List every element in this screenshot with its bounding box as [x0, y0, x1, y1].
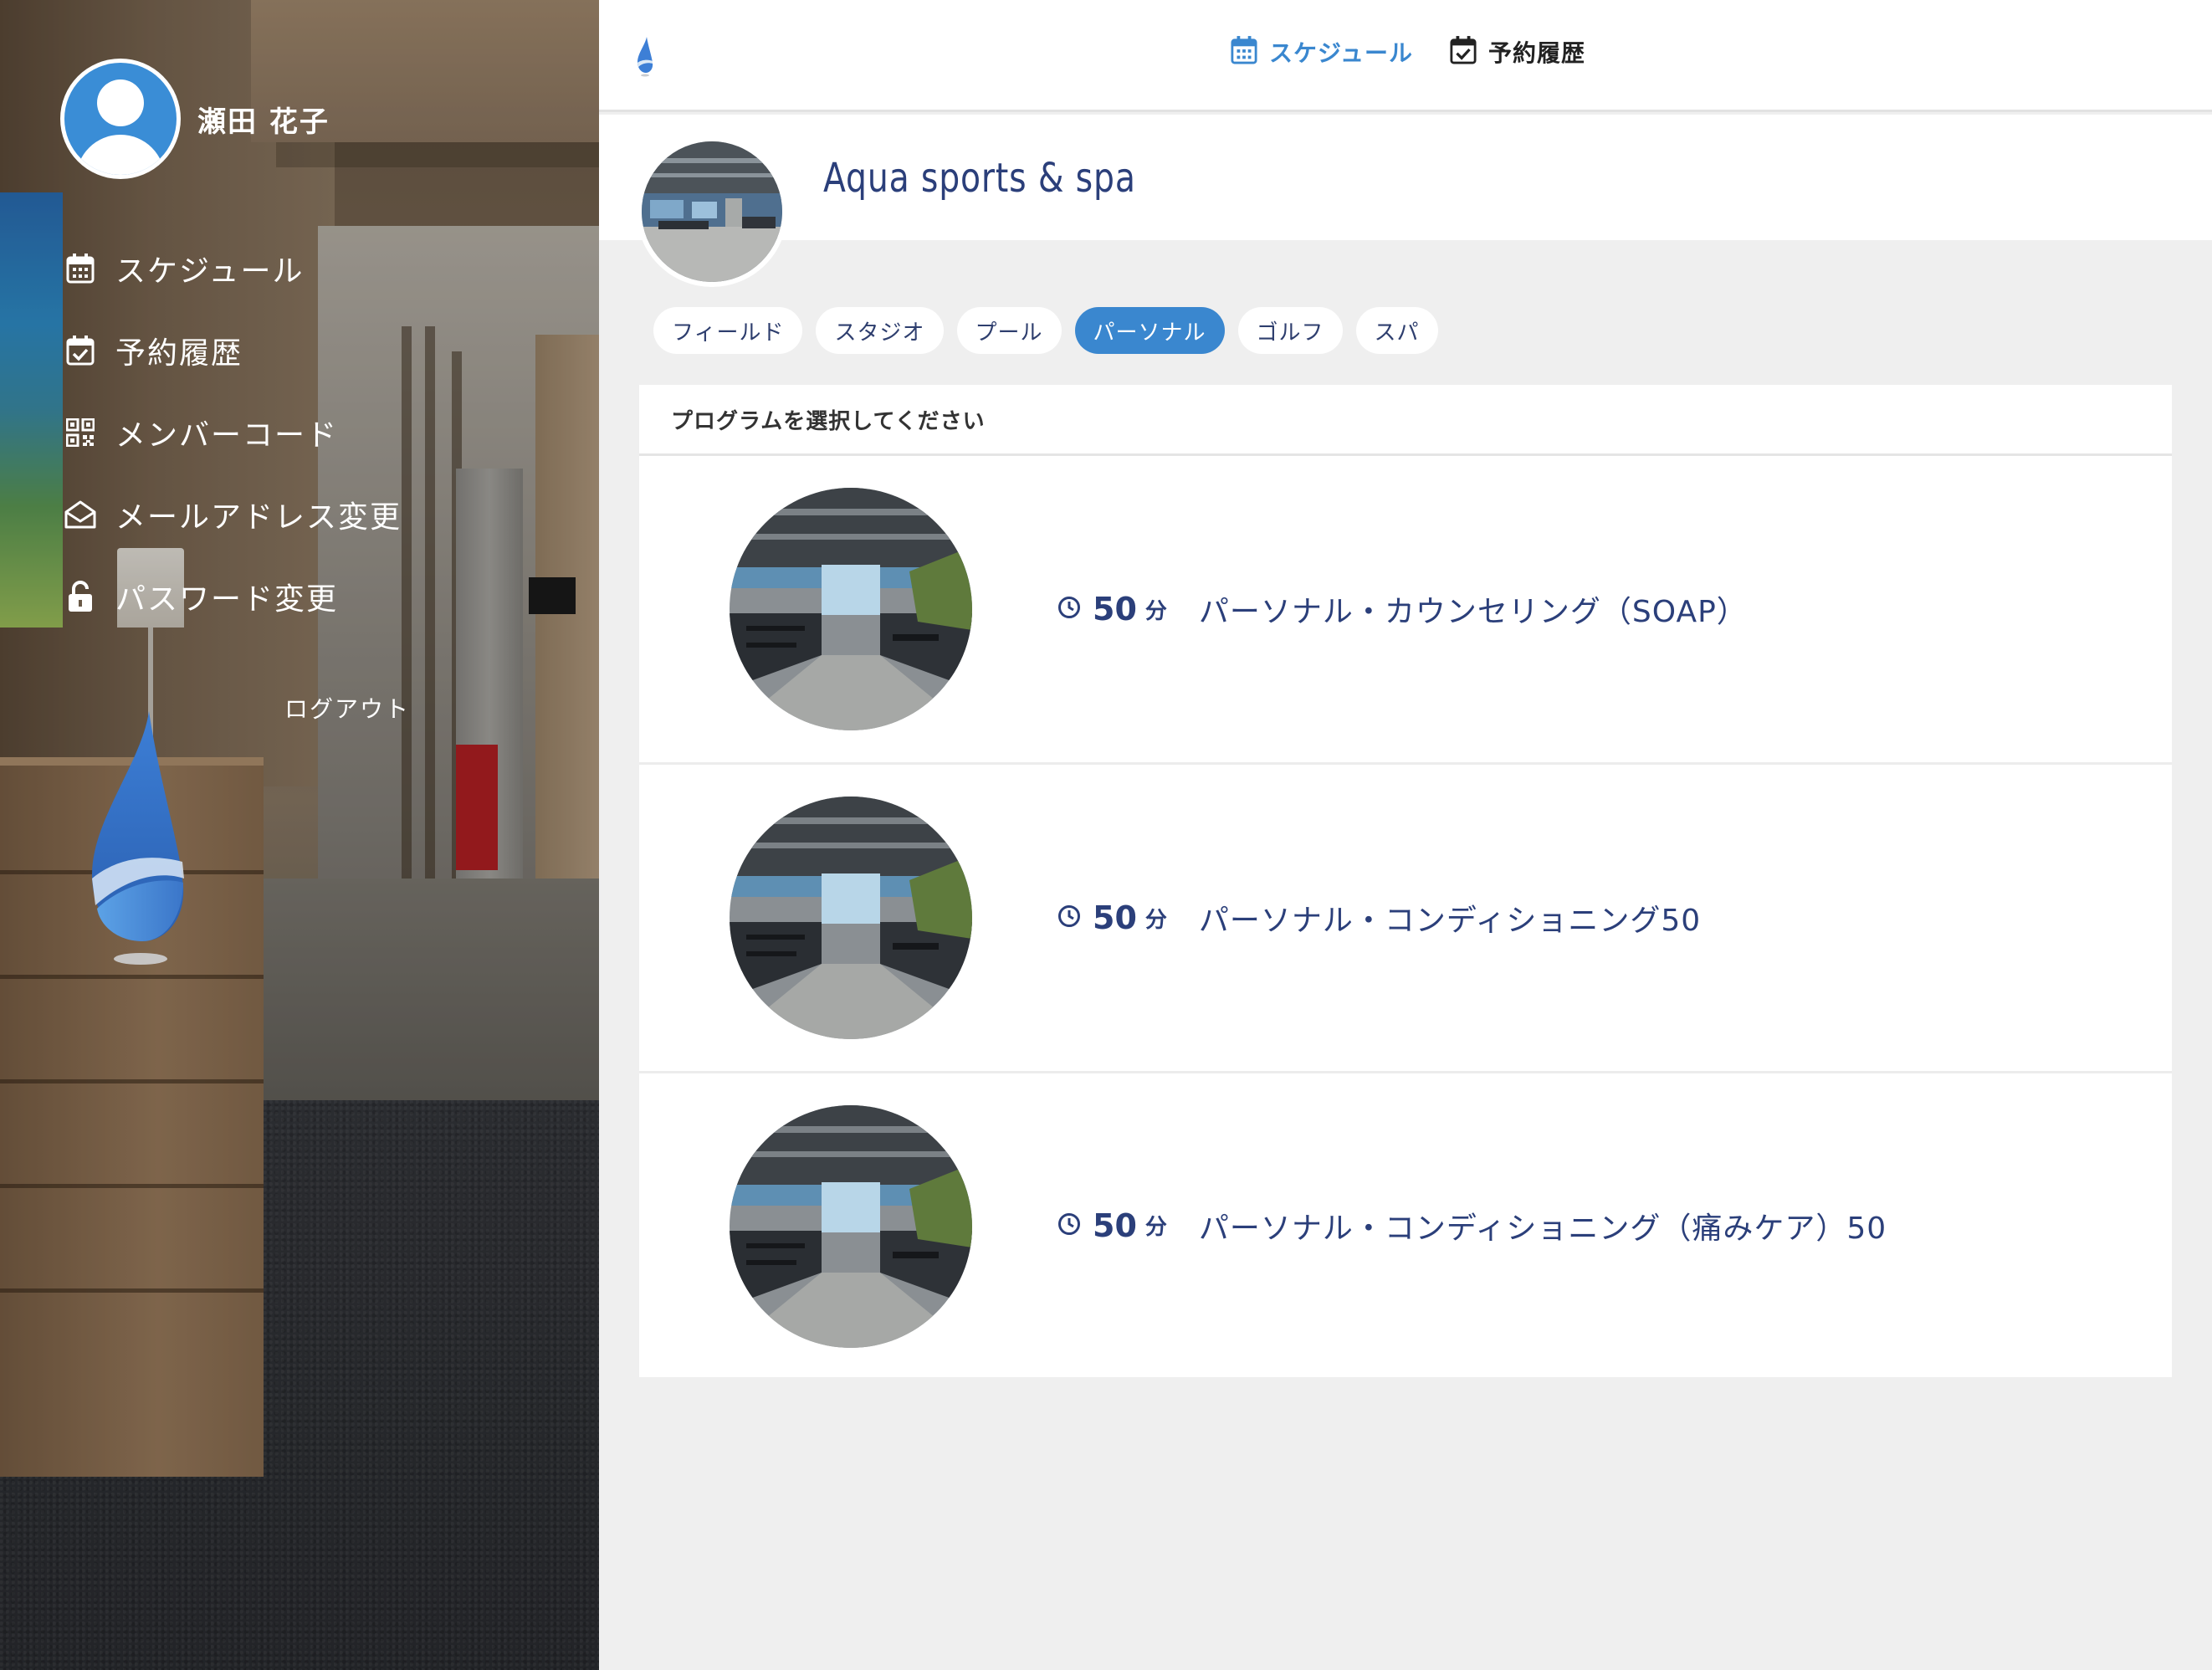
program-name: パーソナル・カウンセリング（SOAP） — [1198, 595, 1748, 629]
sidebar-item-label: スケジュール — [115, 254, 305, 289]
program-photo — [730, 488, 972, 730]
sidebar-item-reservation-history[interactable]: 予約履歴 — [64, 310, 402, 392]
program-duration-unit: 分 — [1144, 907, 1167, 933]
top-nav: スケジュール 予約履歴 — [1231, 35, 1622, 69]
logout-link[interactable]: ログアウト — [284, 691, 410, 725]
sidebar: 瀬田 花子 スケジュール 予約履歴 メンバーコード メールアドレス変更 パスワー… — [0, 0, 599, 1670]
tab-label: 予約履歴 — [1488, 39, 1586, 67]
program-photo — [730, 797, 972, 1039]
clock-icon — [1057, 904, 1081, 931]
program-duration: 50 — [1093, 1206, 1137, 1244]
program-duration: 50 — [1093, 591, 1137, 628]
unlock-icon — [64, 580, 97, 613]
sidebar-menu: スケジュール 予約履歴 メンバーコード メールアドレス変更 パスワード変更 — [64, 228, 402, 638]
program-duration: 50 — [1093, 899, 1137, 936]
sidebar-item-label: 予約履歴 — [115, 336, 243, 371]
water-drop-logo-small[interactable] — [636, 37, 654, 80]
calendar-check-icon — [64, 334, 97, 367]
sidebar-item-member-code[interactable]: メンバーコード — [64, 392, 402, 474]
program-duration-unit: 分 — [1144, 1215, 1167, 1240]
program-item[interactable]: 50 分 パーソナル・コンディショニング50 — [639, 765, 2172, 1073]
program-info: 50 分 パーソナル・コンディショニング（痛みケア）50 — [1057, 1073, 1887, 1377]
qr-code-icon — [64, 416, 97, 449]
top-bar: スケジュール 予約履歴 — [599, 0, 2212, 112]
program-photo — [730, 1105, 972, 1348]
category-chip-field[interactable]: フィールド — [653, 307, 803, 354]
category-chip-personal[interactable]: パーソナル — [1074, 307, 1225, 354]
sidebar-item-label: メールアドレス変更 — [115, 500, 402, 535]
user-name: 瀬田 花子 — [197, 105, 330, 139]
sidebar-item-password-change[interactable]: パスワード変更 — [64, 556, 402, 638]
clock-icon — [1057, 596, 1081, 622]
program-duration-unit: 分 — [1144, 598, 1167, 624]
category-chip-studio[interactable]: スタジオ — [816, 307, 944, 354]
category-filter: フィールド スタジオ プール パーソナル ゴルフ スパ — [653, 307, 1452, 354]
program-item[interactable]: 50 分 パーソナル・コンディショニング（痛みケア）50 — [639, 1073, 2172, 1377]
program-name: パーソナル・コンディショニング（痛みケア）50 — [1198, 1211, 1887, 1246]
tab-label: スケジュール — [1269, 39, 1414, 67]
user-profile: 瀬田 花子 — [60, 59, 330, 179]
sidebar-item-label: パスワード変更 — [115, 582, 339, 617]
sidebar-item-schedule[interactable]: スケジュール — [64, 228, 402, 310]
program-info: 50 分 パーソナル・カウンセリング（SOAP） — [1057, 456, 1748, 762]
main-content: スケジュール 予約履歴 Aqua sports & spa フィールド スタジオ… — [599, 0, 2212, 1670]
avatar — [60, 59, 181, 179]
calendar-icon — [1231, 36, 1257, 68]
program-info: 50 分 パーソナル・コンディショニング50 — [1057, 765, 1701, 1071]
tab-reservation-history[interactable]: 予約履歴 — [1450, 35, 1585, 69]
category-chip-pool[interactable]: プール — [956, 307, 1062, 354]
sidebar-item-label: メンバーコード — [115, 418, 339, 453]
facility-photo — [637, 136, 787, 287]
envelope-open-icon — [64, 498, 97, 531]
calendar-check-icon — [1450, 36, 1477, 68]
program-item[interactable]: 50 分 パーソナル・カウンセリング（SOAP） — [639, 456, 2172, 765]
program-list: プログラムを選択してください 50 分 パーソナル・カウンセリング（SOAP） … — [639, 385, 2172, 1377]
facility-name: Aqua sports & spa — [823, 155, 1136, 202]
clock-icon — [1057, 1212, 1081, 1239]
calendar-icon — [64, 252, 97, 285]
user-icon — [64, 63, 177, 175]
water-drop-logo — [84, 711, 192, 982]
program-list-header: プログラムを選択してください — [639, 385, 2172, 456]
category-chip-spa[interactable]: スパ — [1355, 307, 1438, 354]
category-chip-golf[interactable]: ゴルフ — [1237, 307, 1343, 354]
tab-schedule[interactable]: スケジュール — [1231, 35, 1413, 69]
sidebar-item-email-change[interactable]: メールアドレス変更 — [64, 474, 402, 556]
program-name: パーソナル・コンディショニング50 — [1198, 904, 1702, 938]
